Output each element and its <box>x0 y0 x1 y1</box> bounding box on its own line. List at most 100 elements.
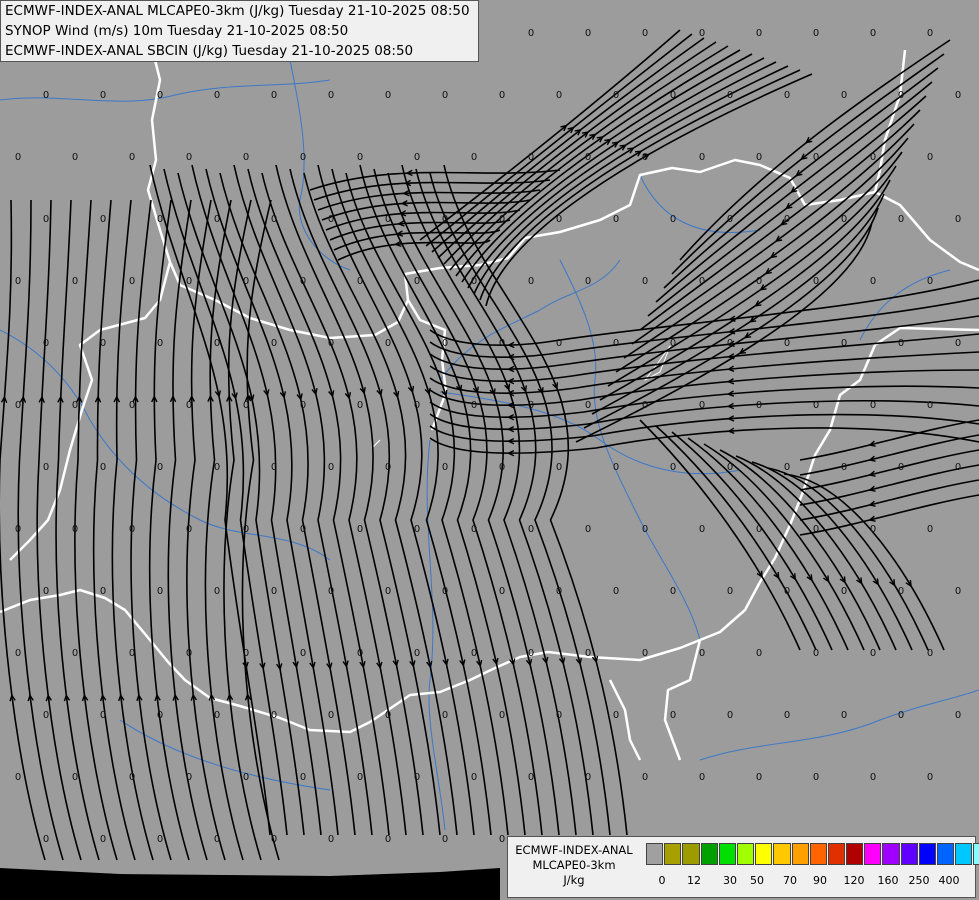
station-value: 0 <box>72 400 78 411</box>
station-value: 0 <box>442 586 448 597</box>
station-value: 0 <box>357 772 363 783</box>
station-value: 0 <box>328 338 334 349</box>
station-value: 0 <box>813 28 819 39</box>
legend-swatch <box>900 843 918 865</box>
station-value: 0 <box>955 338 961 349</box>
station-value: 0 <box>271 710 277 721</box>
legend-swatch <box>827 843 846 865</box>
station-value: 0 <box>100 214 106 225</box>
legend-tick-label: 160 <box>877 874 899 887</box>
station-value: 0 <box>300 648 306 659</box>
station-value: 0 <box>414 772 420 783</box>
station-value: 0 <box>357 152 363 163</box>
station-value: 0 <box>642 400 648 411</box>
station-value: 0 <box>927 524 933 535</box>
station-value: 0 <box>129 648 135 659</box>
station-value: 0 <box>15 648 21 659</box>
station-value: 0 <box>528 772 534 783</box>
station-value: 0 <box>528 28 534 39</box>
station-value: 0 <box>43 586 49 597</box>
station-value: 0 <box>898 586 904 597</box>
station-value: 0 <box>699 400 705 411</box>
legend-tick-label: 12 <box>687 874 701 887</box>
station-value: 0 <box>870 276 876 287</box>
station-value: 0 <box>157 710 163 721</box>
station-value: 0 <box>870 400 876 411</box>
station-value: 0 <box>813 152 819 163</box>
station-value: 0 <box>870 524 876 535</box>
station-value: 0 <box>613 710 619 721</box>
station-value: 0 <box>898 710 904 721</box>
station-value: 0 <box>300 276 306 287</box>
station-value: 0 <box>955 214 961 225</box>
station-value: 0 <box>43 90 49 101</box>
station-value: 0 <box>243 152 249 163</box>
station-value: 0 <box>43 710 49 721</box>
legend-swatch <box>846 843 864 865</box>
station-value: 0 <box>214 710 220 721</box>
station-value: 0 <box>756 524 762 535</box>
station-value: 0 <box>784 710 790 721</box>
station-value: 0 <box>414 524 420 535</box>
station-value: 0 <box>243 524 249 535</box>
station-value: 0 <box>328 834 334 845</box>
legend-tick-label: 120 <box>843 874 865 887</box>
station-value: 0 <box>15 152 21 163</box>
station-value: 0 <box>300 152 306 163</box>
station-value: 0 <box>414 152 420 163</box>
station-value: 0 <box>585 524 591 535</box>
station-value: 0 <box>756 276 762 287</box>
station-value: 0 <box>699 276 705 287</box>
station-value: 0 <box>927 28 933 39</box>
station-value: 0 <box>442 90 448 101</box>
legend-swatch <box>918 843 936 865</box>
station-value: 0 <box>186 400 192 411</box>
station-value: 0 <box>442 338 448 349</box>
header-wind-label: SYNOP Wind (m/s) 10m Tuesday 21-10-2025 … <box>5 23 349 39</box>
station-value: 0 <box>100 90 106 101</box>
station-value: 0 <box>328 214 334 225</box>
station-value: 0 <box>499 214 505 225</box>
legend-swatch <box>700 843 718 865</box>
legend-swatch <box>973 843 979 865</box>
station-value: 0 <box>585 772 591 783</box>
station-value: 0 <box>955 586 961 597</box>
legend-tick-label: 70 <box>783 874 797 887</box>
legend-swatch <box>864 843 882 865</box>
station-value: 0 <box>727 214 733 225</box>
station-value: 0 <box>157 338 163 349</box>
station-value: 0 <box>699 152 705 163</box>
station-value: 0 <box>72 772 78 783</box>
station-value: 0 <box>699 524 705 535</box>
station-value: 0 <box>585 648 591 659</box>
station-value: 0 <box>585 152 591 163</box>
station-value: 0 <box>898 90 904 101</box>
station-value: 0 <box>471 276 477 287</box>
header-sbcin-label: ECMWF-INDEX-ANAL SBCIN (J/kg) Tuesday 21… <box>5 43 414 59</box>
station-value: 0 <box>841 214 847 225</box>
station-value: 0 <box>243 400 249 411</box>
station-value: 0 <box>841 90 847 101</box>
station-value: 0 <box>442 462 448 473</box>
station-value: 0 <box>72 276 78 287</box>
station-value: 0 <box>100 586 106 597</box>
station-value: 0 <box>328 462 334 473</box>
legend-tick-label: 90 <box>813 874 827 887</box>
station-value: 0 <box>100 710 106 721</box>
station-value: 0 <box>271 586 277 597</box>
station-value: 0 <box>385 710 391 721</box>
station-value: 0 <box>328 90 334 101</box>
station-value: 0 <box>442 834 448 845</box>
station-value: 0 <box>556 462 562 473</box>
station-value: 0 <box>841 462 847 473</box>
weather-map[interactable]: 0 0 0 0 0 0 0 0 0 0 0 0 0 0 0 0 0 0 0 0 0 0 0 0 0 0 0 0 0 0 0 0 0 0 0 0 0 0 0 0… <box>0 0 979 900</box>
station-value: 0 <box>15 400 21 411</box>
station-value: 0 <box>300 400 306 411</box>
legend-swatch <box>682 843 700 865</box>
station-value: 0 <box>670 586 676 597</box>
legend-title-line1: ECMWF-INDEX-ANAL <box>515 843 633 857</box>
legend-swatch <box>773 843 791 865</box>
station-value: 0 <box>898 338 904 349</box>
station-value: 0 <box>15 524 21 535</box>
station-value: 0 <box>670 462 676 473</box>
